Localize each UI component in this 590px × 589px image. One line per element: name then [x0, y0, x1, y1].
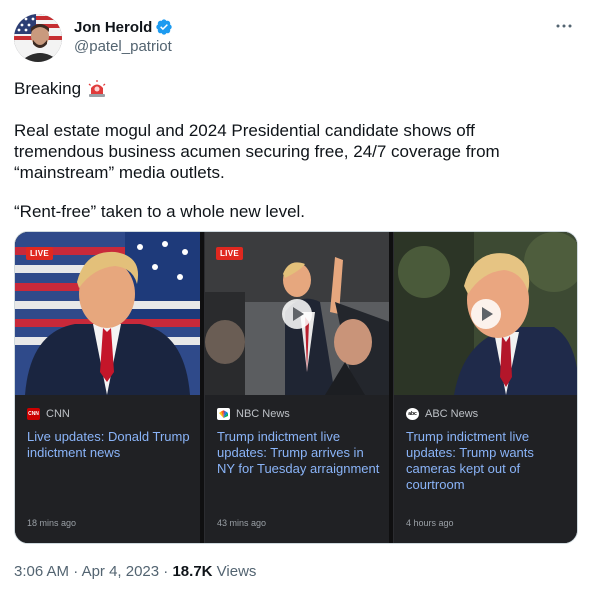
cnn-logo-icon: CNN — [27, 408, 40, 420]
source-name: CNN — [46, 408, 70, 420]
news-headline[interactable]: Live updates: Donald Trump indictment ne… — [27, 429, 192, 461]
tweet-text: Breaking Real estate mogul and 2024 Pres… — [14, 78, 574, 221]
play-icon[interactable] — [282, 298, 312, 329]
news-timestamp: 18 mins ago — [27, 518, 77, 528]
tweet-line: tremendous business acumen securing free… — [14, 142, 500, 161]
news-thumbnail[interactable]: LIVE — [205, 232, 389, 395]
views-count[interactable]: 18.7K — [172, 563, 212, 580]
tweet-line: “Rent-free” taken to a whole new level. — [14, 202, 306, 221]
news-thumbnail[interactable]: LIVE — [15, 232, 200, 395]
nbc-logo-icon — [217, 408, 230, 420]
verified-badge-icon — [156, 19, 173, 35]
news-headline[interactable]: Trump indictment live updates: Trump wan… — [406, 429, 571, 493]
source-name: ABC News — [425, 408, 479, 420]
news-card-abc[interactable]: abc ABC News Trump indictment live updat… — [393, 232, 577, 543]
news-timestamp: 4 hours ago — [406, 518, 454, 528]
live-badge: LIVE — [26, 247, 53, 260]
avatar[interactable] — [14, 14, 62, 62]
news-timestamp: 43 mins ago — [217, 518, 267, 528]
tweet-line-breaking: Breaking — [14, 79, 82, 98]
news-cards-panel: LIVE CNN CNN Live updates: Donald Trump … — [14, 231, 578, 544]
tweet-paragraph: Real estate mogul and 2024 Presidential … — [14, 120, 500, 183]
news-thumbnail[interactable] — [394, 232, 577, 395]
tweet: Jon Herold @patel_patriot Breaking Real … — [0, 0, 590, 589]
display-name[interactable]: Jon Herold — [74, 19, 152, 36]
more-options-icon[interactable] — [554, 16, 574, 36]
siren-emoji-icon — [88, 79, 106, 97]
tweet-date[interactable]: Apr 4, 2023 — [82, 563, 160, 580]
news-card-nbc[interactable]: LIVE NBC News Trump indictment live upda… — [204, 232, 389, 543]
handle[interactable]: @patel_patriot — [74, 38, 172, 55]
news-headline[interactable]: Trump indictment live updates: Trump arr… — [217, 429, 382, 477]
tweet-header: Jon Herold @patel_patriot — [14, 14, 576, 62]
views-label: Views — [212, 563, 257, 580]
tweet-time[interactable]: 3:06 AM — [14, 563, 69, 580]
play-icon[interactable] — [471, 298, 501, 329]
abc-logo-icon: abc — [406, 408, 419, 420]
tweet-line: Real estate mogul and 2024 Presidential … — [14, 121, 475, 140]
live-badge: LIVE — [216, 247, 243, 260]
tweet-meta: 3:06 AM · Apr 4, 2023 · 18.7K Views — [14, 563, 257, 580]
tweet-line: “mainstream” media outlets. — [14, 163, 225, 182]
news-card-cnn[interactable]: LIVE CNN CNN Live updates: Donald Trump … — [15, 232, 200, 543]
source-name: NBC News — [236, 408, 290, 420]
